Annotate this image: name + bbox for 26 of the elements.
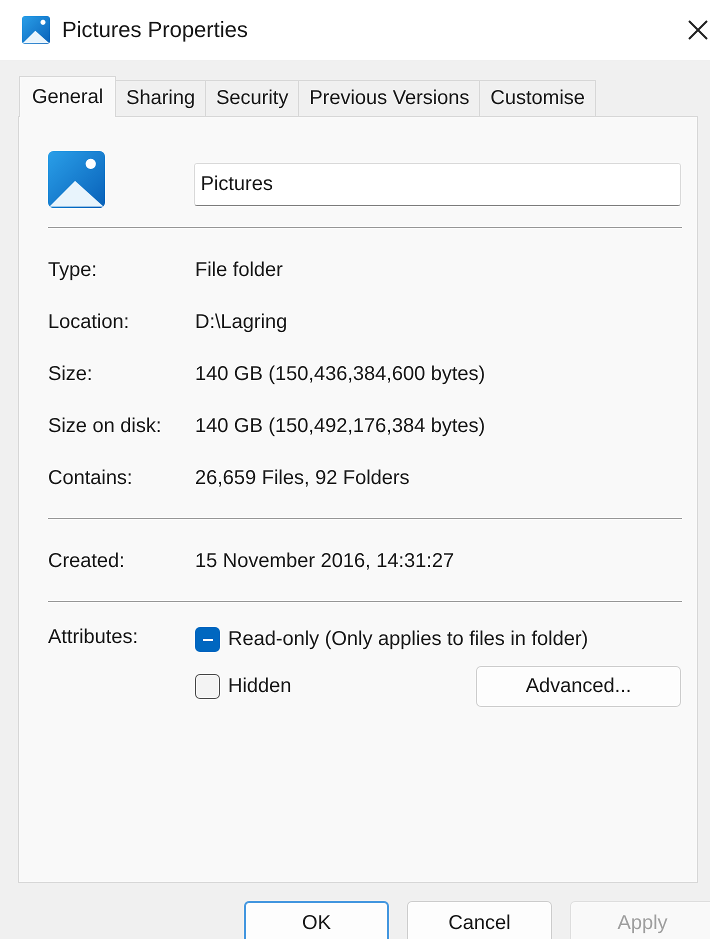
checkbox-label: Hidden bbox=[228, 675, 292, 698]
property-label: Contains: bbox=[48, 466, 134, 490]
window-title: Pictures Properties bbox=[62, 17, 249, 43]
property-label: Size on disk: bbox=[48, 414, 162, 438]
name-field[interactable]: Pictures bbox=[194, 162, 681, 206]
property-value: File folder bbox=[195, 258, 283, 282]
property-label: Created: bbox=[48, 550, 126, 572]
picture-folder-icon bbox=[48, 150, 105, 208]
property-value: 26,659 Files, 92 Folders bbox=[195, 466, 410, 490]
dialog-button[interactable]: Cancel bbox=[407, 901, 552, 939]
tab[interactable]: General bbox=[19, 76, 116, 117]
property-value: 140 GB (150,492,176,384 bytes) bbox=[195, 414, 486, 438]
attributes-label: Attributes: bbox=[48, 626, 140, 650]
property-label: Type: bbox=[48, 258, 98, 282]
checkbox[interactable] bbox=[195, 627, 220, 652]
dialog-button[interactable]: OK bbox=[244, 901, 389, 939]
property-label: Location: bbox=[48, 310, 130, 334]
property-value: 15 November 2016, 14:31:27 bbox=[195, 550, 454, 572]
tab[interactable]: Customise bbox=[479, 80, 596, 116]
checkbox[interactable] bbox=[195, 674, 220, 699]
property-label: Size: bbox=[48, 362, 94, 386]
property-value: D:\Lagring bbox=[195, 310, 288, 334]
checkbox-label: Read-only (Only applies to files in folder) bbox=[228, 628, 588, 651]
advanced-button[interactable]: Advanced... bbox=[476, 666, 681, 707]
property-value: 140 GB (150,436,384,600 bytes) bbox=[195, 362, 486, 386]
folder-pictures-icon bbox=[22, 16, 50, 44]
